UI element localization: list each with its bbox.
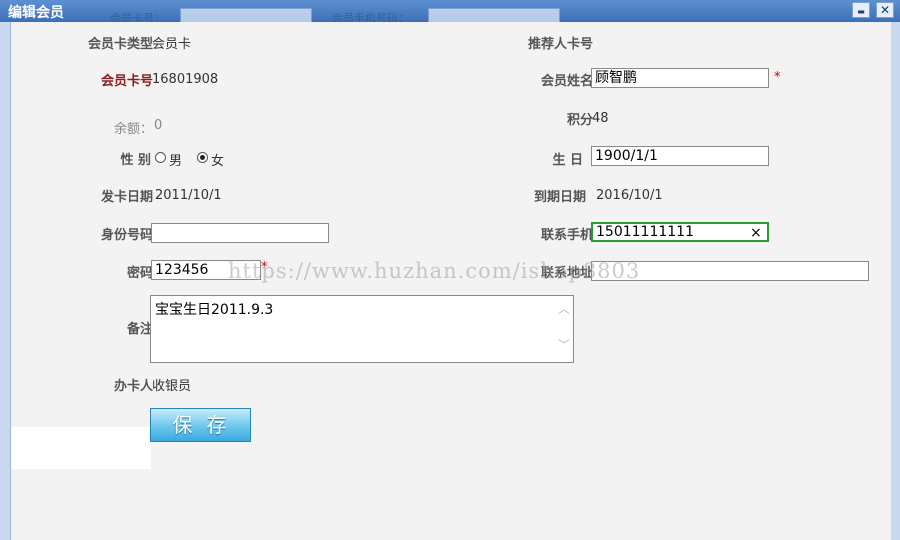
expire-date-label: 到期日期 [533, 190, 586, 205]
gender-label: 性 别 [120, 153, 151, 168]
referrer-card-label: 推荐人卡号 [527, 37, 593, 52]
minimize-icon: ▬ [857, 7, 865, 16]
card-type-value: 会员卡 [152, 37, 192, 52]
remark-scrollbar[interactable]: ︿ ﹀ [557, 300, 571, 358]
gender-radio-female[interactable] [197, 152, 208, 163]
member-name-label: 会员姓名 [540, 74, 593, 89]
scroll-up-icon[interactable]: ︿ [557, 300, 571, 317]
clear-icon[interactable]: × [750, 225, 762, 241]
member-name-input[interactable]: 顾智鹏 [591, 68, 769, 88]
remark-value: 宝宝生日2011.9.3 [155, 302, 274, 318]
mobile-label: 联系手机 [540, 228, 593, 243]
footer-strip [11, 427, 151, 469]
points-label: 积分 [566, 113, 593, 128]
balance-value: 0 [154, 118, 163, 133]
gender-option-female: 女 [211, 154, 225, 169]
close-icon: ✕ [879, 3, 891, 17]
issue-date-value: 2011/10/1 [155, 188, 222, 203]
gender-radio-male[interactable] [155, 152, 166, 163]
member-name-required: * [774, 70, 781, 85]
expire-date-value: 2016/10/1 [596, 188, 663, 203]
operator-value: 收银员 [152, 379, 192, 394]
save-button[interactable]: 保存 [150, 408, 251, 442]
card-no-label: 会员卡号 [100, 74, 153, 89]
window-title: 编辑会员 [8, 5, 64, 21]
card-type-label: 会员卡类型 [87, 37, 153, 52]
issue-date-label: 发卡日期 [100, 190, 153, 205]
id-number-label: 身份号码 [100, 228, 153, 243]
birthday-label: 生 日 [552, 153, 583, 168]
close-button[interactable]: ✕ [876, 2, 894, 18]
scroll-down-icon[interactable]: ﹀ [557, 336, 571, 353]
mobile-value: 15011111111 [596, 224, 694, 240]
gender-option-male: 男 [169, 154, 183, 169]
card-no-value: 16801908 [152, 72, 219, 87]
password-label: 密码 [126, 266, 153, 281]
minimize-button[interactable]: ▬ [852, 2, 870, 18]
id-number-input[interactable] [151, 223, 329, 243]
remark-textarea[interactable]: 宝宝生日2011.9.3 ︿ ﹀ [150, 295, 574, 363]
points-value: 48 [592, 111, 609, 126]
mobile-input[interactable]: 15011111111 [591, 222, 769, 242]
birthday-input[interactable]: 1900/1/1 [591, 146, 769, 166]
watermark-text: https://www.huzhan.com/ishop8803 [228, 259, 641, 283]
operator-label: 办卡人 [113, 379, 153, 394]
balance-label: 余额： [113, 122, 153, 137]
window-titlebar: 会员卡号： 会员手机号码： 编辑会员 ▬ ✕ [0, 0, 900, 25]
